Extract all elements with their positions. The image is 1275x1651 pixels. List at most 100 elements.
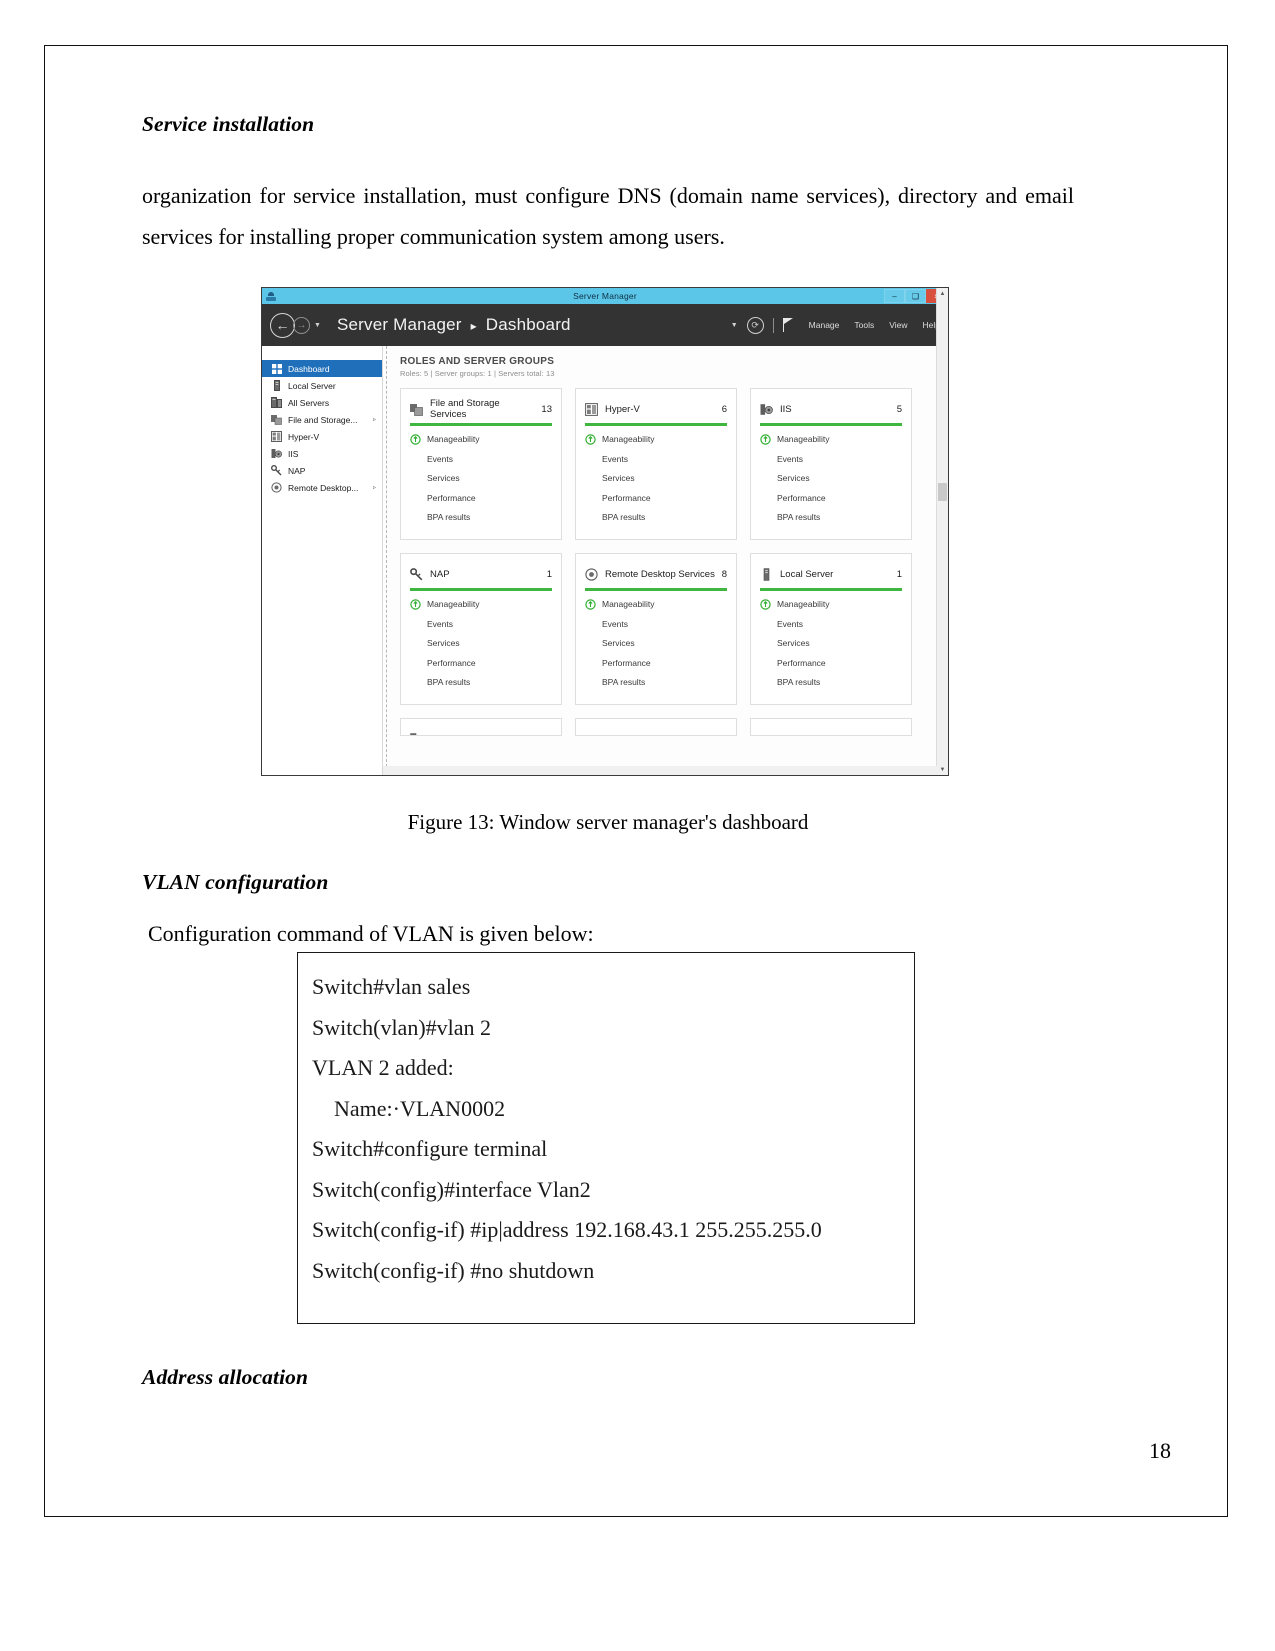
tile-row[interactable]: Services xyxy=(410,469,552,489)
tile-row[interactable]: Events xyxy=(585,449,727,469)
tile-row[interactable]: BPA results xyxy=(760,508,902,528)
menu-manage[interactable]: Manage xyxy=(809,320,840,330)
vlan-command-line: Switch#configure terminal xyxy=(312,1136,548,1161)
manageability-status-icon xyxy=(585,434,596,445)
role-tile-partial[interactable] xyxy=(750,718,912,736)
tile-row[interactable]: Manageability xyxy=(585,430,727,450)
chevron-right-icon[interactable]: ▹ xyxy=(373,416,376,423)
tile-row[interactable]: Manageability xyxy=(410,595,552,615)
row-spacer-icon xyxy=(410,657,421,668)
tile-count: 1 xyxy=(896,568,902,580)
sidebar-item-local-server[interactable]: Local Server xyxy=(262,377,382,394)
role-tile[interactable]: IIS 5 Manageability Events Services Perf… xyxy=(750,388,912,540)
tile-row-label: Performance xyxy=(777,657,826,668)
tile-row[interactable]: Performance xyxy=(410,488,552,508)
tile-row[interactable]: Events xyxy=(760,614,902,634)
menu-view[interactable]: View xyxy=(889,320,907,330)
sidebar-item-label: Dashboard xyxy=(288,363,330,374)
tile-row[interactable]: Services xyxy=(585,634,727,654)
tile-row[interactable]: Events xyxy=(585,614,727,634)
sidebar-item-all-servers[interactable]: All Servers xyxy=(262,394,382,411)
tile-row[interactable]: BPA results xyxy=(760,673,902,693)
tile-rows: Manageability Events Services Performanc… xyxy=(410,426,552,528)
sidebar-item-nap[interactable]: NAP xyxy=(262,462,382,479)
tile-row[interactable]: BPA results xyxy=(410,508,552,528)
row-spacer-icon xyxy=(585,618,596,629)
menu-tools[interactable]: Tools xyxy=(854,320,874,330)
tile-title: Remote Desktop Services xyxy=(605,568,715,580)
sidebar-item-iis[interactable]: IIS xyxy=(262,445,382,462)
tile-row-label: Events xyxy=(427,618,453,629)
breadcrumb-app[interactable]: Server Manager xyxy=(337,315,462,334)
vertical-scrollbar[interactable]: ▲ ▼ xyxy=(936,288,948,775)
manageability-status-icon xyxy=(760,434,771,445)
row-spacer-icon xyxy=(585,492,596,503)
tile-header xyxy=(410,726,552,735)
window-body: Dashboard Local Server All Servers File … xyxy=(262,288,948,775)
row-spacer-icon xyxy=(585,512,596,523)
row-spacer-icon xyxy=(410,453,421,464)
chevron-right-icon[interactable]: ▹ xyxy=(373,484,376,491)
tile-row[interactable]: Services xyxy=(760,634,902,654)
tile-row[interactable]: BPA results xyxy=(585,508,727,528)
row-spacer-icon xyxy=(410,473,421,484)
hyperv-icon xyxy=(271,431,282,442)
role-tile[interactable]: File and Storage Services 13 Manageabili… xyxy=(400,388,562,540)
tile-row[interactable]: Performance xyxy=(410,653,552,673)
maximize-button[interactable]: ❑ xyxy=(905,289,926,303)
tile-row[interactable]: Performance xyxy=(760,653,902,673)
tile-row[interactable]: Performance xyxy=(760,488,902,508)
dashboard-main-panel: ROLES AND SERVER GROUPS Roles: 5 | Serve… xyxy=(383,346,948,775)
scrollbar-thumb[interactable] xyxy=(938,483,947,501)
scroll-up-icon[interactable]: ▲ xyxy=(937,288,948,299)
role-tile[interactable]: Local Server 1 Manageability Events Serv… xyxy=(750,553,912,705)
tile-row[interactable]: Events xyxy=(410,614,552,634)
scroll-down-icon[interactable]: ▼ xyxy=(937,764,948,775)
manageability-status-icon xyxy=(410,599,421,610)
sidebar-item-dashboard[interactable]: Dashboard xyxy=(262,360,382,377)
history-chevron-down-icon[interactable]: ▼ xyxy=(314,322,321,329)
minimize-button[interactable]: – xyxy=(884,289,905,303)
tile-row[interactable]: Performance xyxy=(585,653,727,673)
tile-row-label: Events xyxy=(602,618,628,629)
sidebar-item-remote-desktop[interactable]: Remote Desktop... ▹ xyxy=(262,479,382,496)
sidebar-item-file-and-storage[interactable]: File and Storage... ▹ xyxy=(262,411,382,428)
tile-row[interactable]: Performance xyxy=(585,488,727,508)
back-icon[interactable]: ← xyxy=(270,312,295,338)
role-tile-partial[interactable] xyxy=(575,718,737,736)
row-spacer-icon xyxy=(585,473,596,484)
tile-row[interactable]: Manageability xyxy=(585,595,727,615)
vlan-command-line: Switch(config)#interface Vlan2 xyxy=(312,1176,591,1202)
forward-icon[interactable]: → xyxy=(293,316,310,334)
row-spacer-icon xyxy=(760,677,771,688)
horizontal-scrollbar[interactable] xyxy=(383,766,937,775)
tile-header: Remote Desktop Services 8 xyxy=(585,561,727,587)
tile-title: File and Storage Services xyxy=(430,398,500,420)
tile-row[interactable]: Services xyxy=(760,469,902,489)
role-tile[interactable]: NAP 1 Manageability Events Services Perf… xyxy=(400,553,562,705)
tile-count: 8 xyxy=(721,568,727,580)
refresh-icon[interactable]: ⟳ xyxy=(746,316,764,334)
role-tile-partial[interactable] xyxy=(400,718,562,736)
tile-row[interactable]: Events xyxy=(760,449,902,469)
sidebar-item-label: IIS xyxy=(288,448,299,459)
role-tile[interactable]: Hyper-V 6 Manageability Events Services xyxy=(575,388,737,540)
tile-row[interactable]: Manageability xyxy=(760,595,902,615)
toolbar-right-group: ▼ ⟳ Manage Tools View Help xyxy=(731,316,940,334)
tile-row[interactable]: Events xyxy=(410,449,552,469)
tile-row[interactable]: BPA results xyxy=(585,673,727,693)
tile-row[interactable]: BPA results xyxy=(410,673,552,693)
row-spacer-icon xyxy=(585,453,596,464)
tile-row[interactable]: Services xyxy=(410,634,552,654)
tile-header: NAP 1 xyxy=(410,561,552,587)
tile-row[interactable]: Services xyxy=(585,469,727,489)
toolbar-chevron-down-icon[interactable]: ▼ xyxy=(731,322,738,329)
breadcrumb-page[interactable]: Dashboard xyxy=(486,315,571,334)
tile-row[interactable]: Manageability xyxy=(760,430,902,450)
role-tile[interactable]: Remote Desktop Services 8 Manageability … xyxy=(575,553,737,705)
sidebar-item-hyper-v[interactable]: Hyper-V xyxy=(262,428,382,445)
tile-row[interactable]: Manageability xyxy=(410,430,552,450)
app-toolbar: ← → ▼ Server Manager ▸ Dashboard ▼ ⟳ Man… xyxy=(262,304,948,346)
row-spacer-icon xyxy=(410,492,421,503)
notifications-flag-icon[interactable] xyxy=(782,318,794,332)
